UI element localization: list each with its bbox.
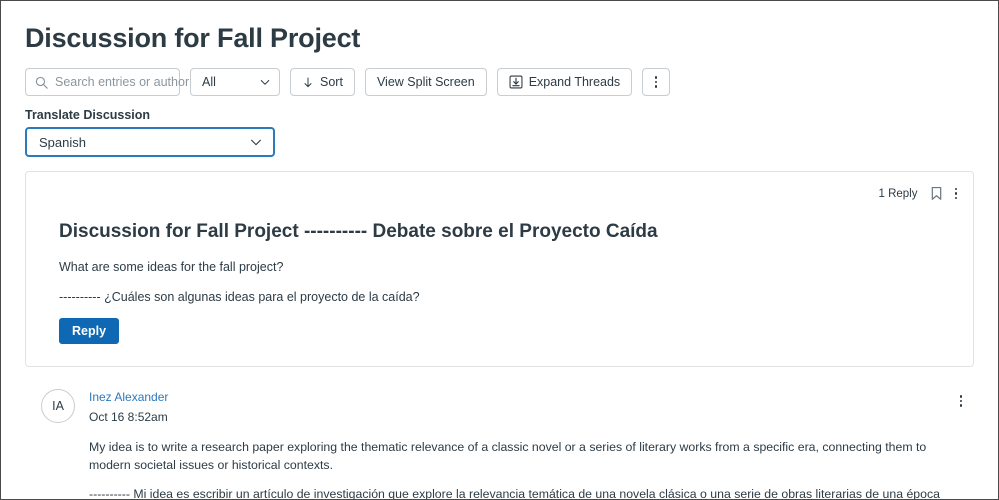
entry-paragraph-original: My idea is to write a research paper exp… (89, 439, 927, 472)
kebab-icon (654, 76, 658, 88)
discussion-topic-card: 1 Reply Discussion for Fall Project ----… (25, 171, 974, 368)
chevron-down-icon (259, 76, 271, 88)
topic-meta: 1 Reply (878, 186, 957, 201)
topic-paragraph-original: What are some ideas for the fall project… (59, 259, 284, 274)
expand-threads-icon (509, 75, 523, 89)
expand-threads-label: Expand Threads (528, 75, 621, 90)
page-frame: Discussion for Fall Project Search entri… (0, 0, 999, 500)
topic-reply-count: 1 Reply (878, 187, 918, 200)
entry-author-link[interactable]: Inez Alexander (89, 390, 168, 406)
toolbar-more-options-button[interactable] (642, 68, 671, 97)
search-icon (35, 76, 48, 89)
sort-button[interactable]: Sort (290, 68, 355, 97)
topic-title: Discussion for Fall Project ---------- D… (59, 221, 658, 243)
arrow-down-icon (302, 76, 314, 89)
translate-discussion-label: Translate Discussion (25, 108, 151, 123)
entry-body: My idea is to write a research paper exp… (89, 438, 958, 500)
reply-button[interactable]: Reply (59, 318, 120, 345)
chevron-down-icon (249, 135, 263, 149)
entry-timestamp: Oct 16 8:52am (89, 409, 168, 424)
topic-paragraph-translated: ---------- ¿Cuáles son algunas ideas par… (59, 289, 420, 304)
view-split-screen-button[interactable]: View Split Screen (364, 68, 487, 97)
translate-selected-value: Spanish (39, 134, 86, 150)
discussion-entry: IA Inez Alexander Oct 16 8:52am My idea … (25, 389, 974, 500)
bookmark-icon[interactable] (930, 186, 943, 201)
translate-discussion-section: Translate Discussion Spanish (25, 108, 974, 158)
entry-header: IA Inez Alexander Oct 16 8:52am (41, 389, 958, 424)
translate-language-select[interactable]: Spanish (25, 127, 275, 158)
discussion-toolbar: Search entries or author All Sort View S… (25, 68, 974, 97)
topic-body: What are some ideas for the fall project… (59, 258, 951, 306)
expand-threads-button[interactable]: Expand Threads (496, 68, 633, 97)
entry-author-block: Inez Alexander Oct 16 8:52am (89, 389, 168, 424)
search-placeholder: Search entries or author (55, 75, 190, 90)
view-split-screen-label: View Split Screen (376, 75, 475, 90)
avatar: IA (41, 389, 75, 424)
filter-select[interactable]: All (190, 68, 280, 97)
entry-paragraph-translated: ---------- Mi idea es escribir un artícu… (89, 487, 940, 500)
page-content: Discussion for Fall Project Search entri… (1, 1, 998, 500)
page-title: Discussion for Fall Project (25, 23, 361, 53)
search-input[interactable]: Search entries or author (25, 68, 189, 97)
filter-selected-value: All (202, 75, 216, 90)
entry-more-options-button[interactable] (959, 395, 962, 407)
sort-button-label: Sort (320, 75, 343, 90)
topic-more-options-button[interactable] (954, 187, 957, 200)
